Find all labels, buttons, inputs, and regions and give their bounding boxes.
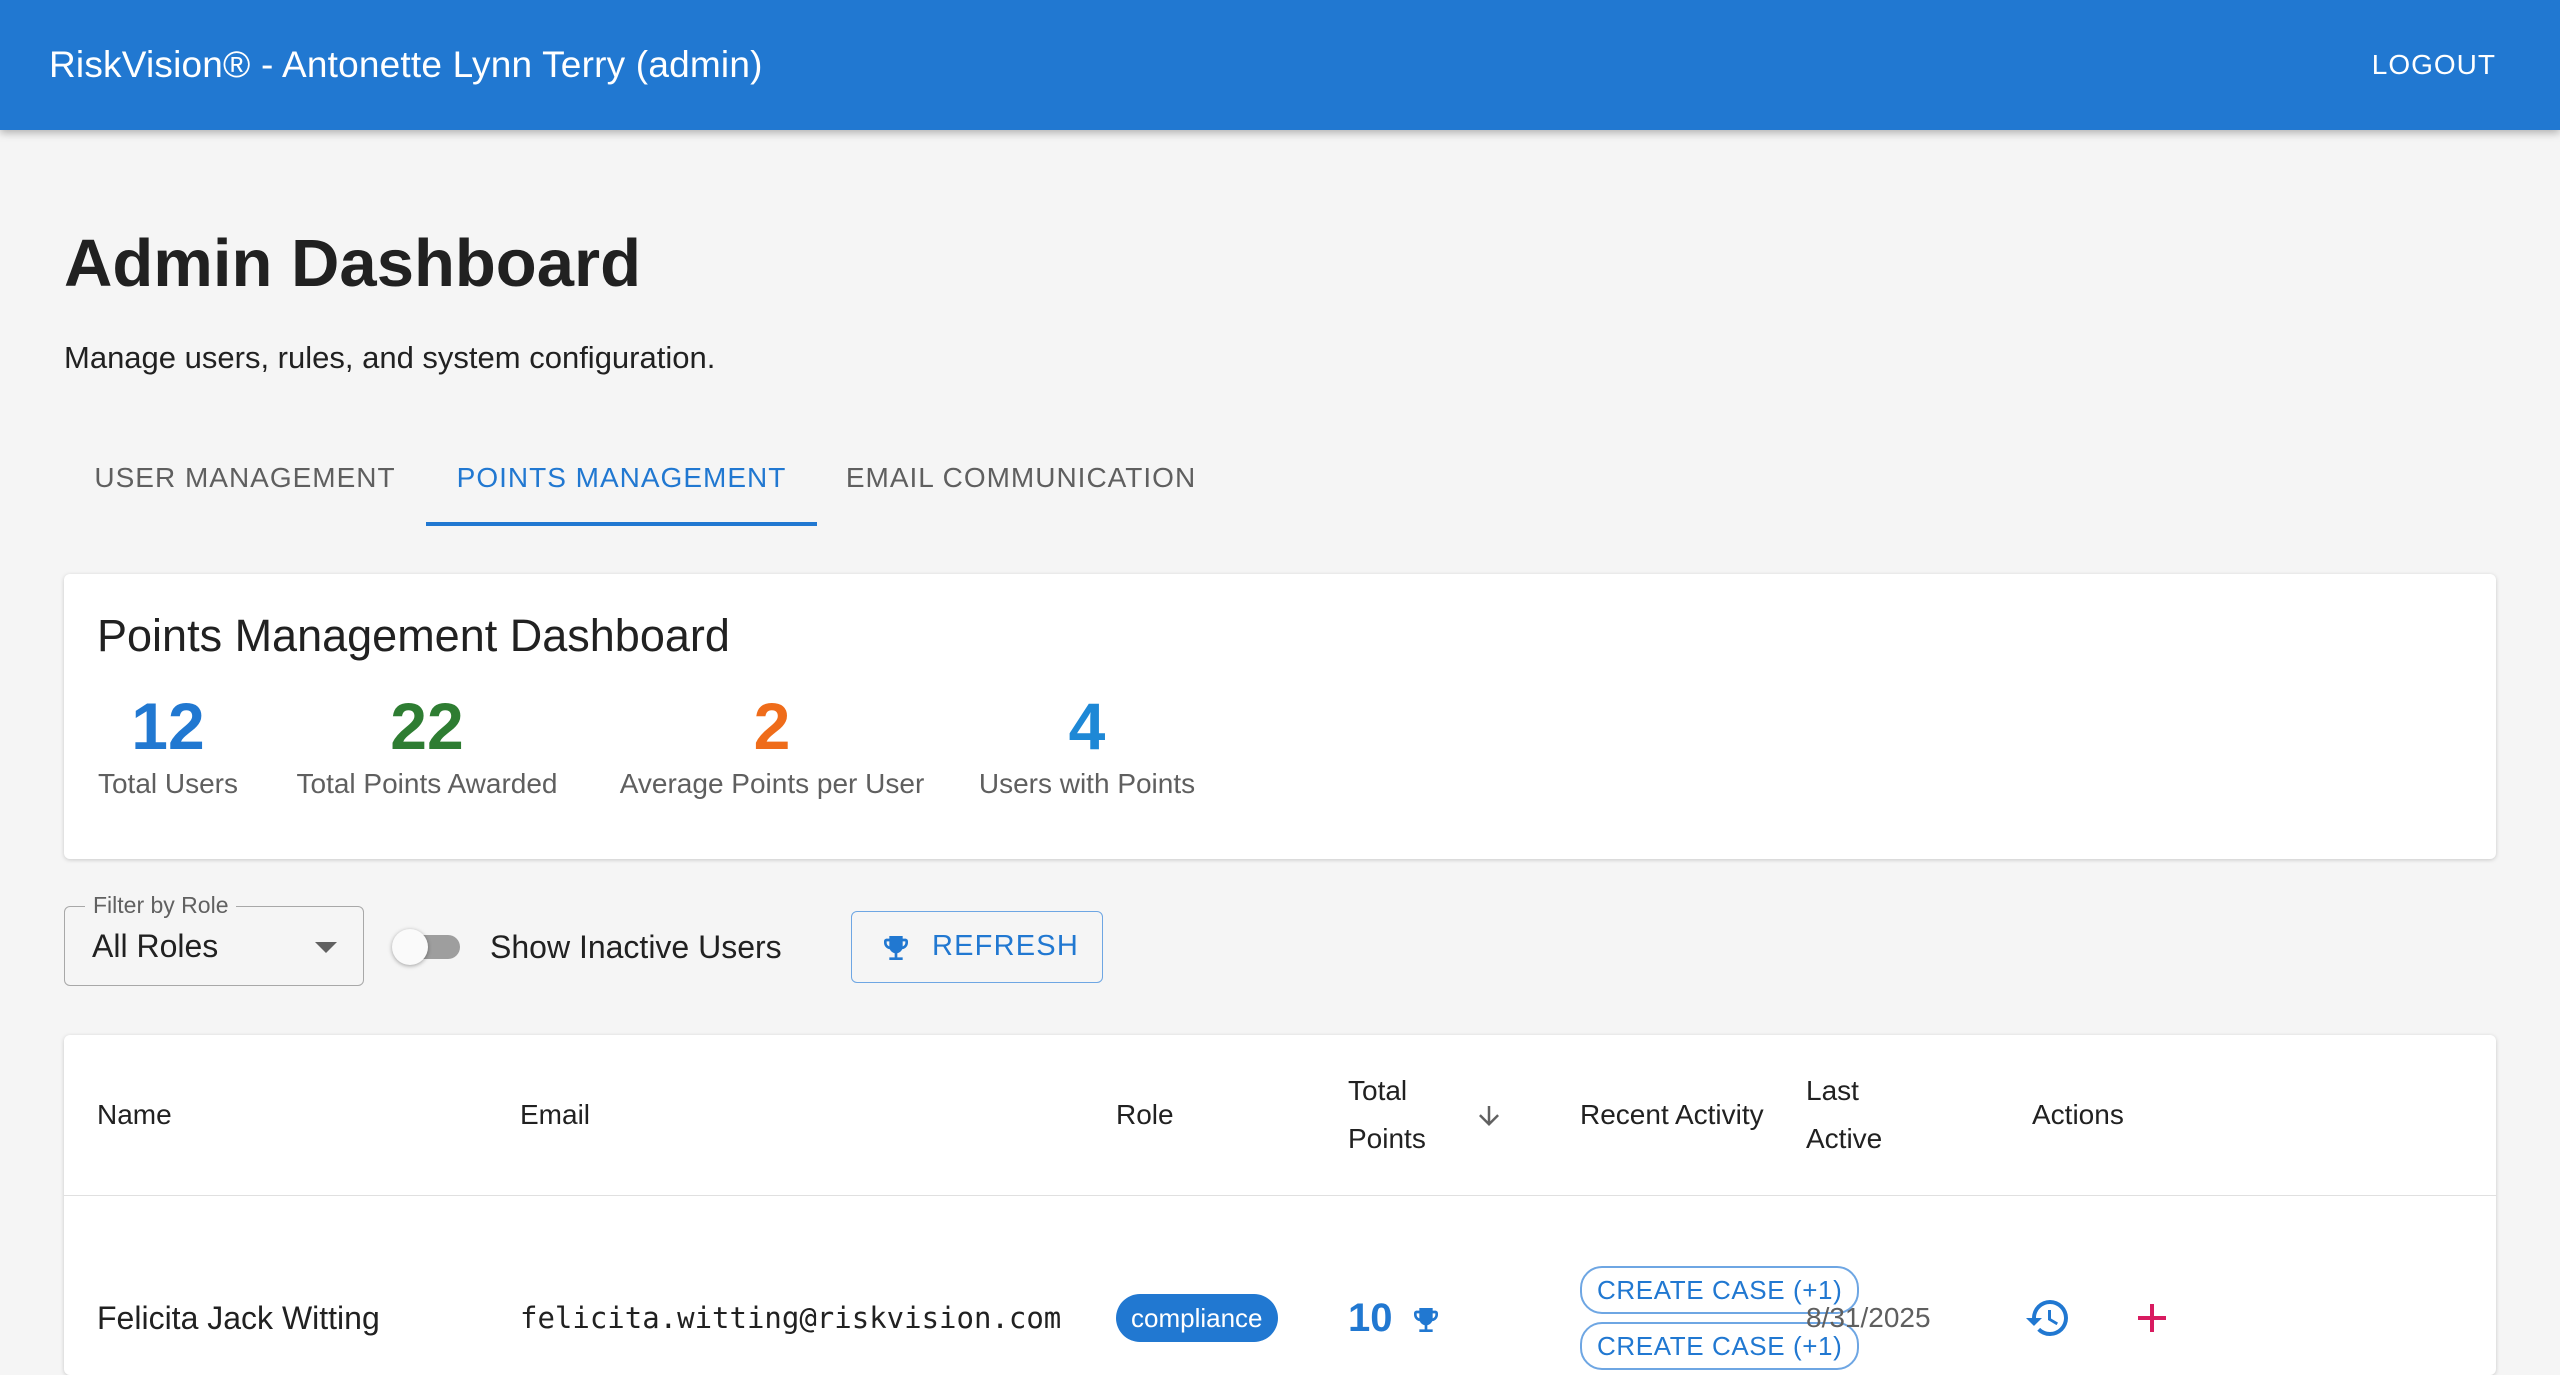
view-history-button[interactable] bbox=[2024, 1294, 2072, 1342]
column-header-email[interactable]: Email bbox=[520, 1091, 590, 1139]
cell-name: Felicita Jack Witting bbox=[97, 1300, 380, 1336]
tab-email-communication[interactable]: EMAIL COMMUNICATION bbox=[817, 440, 1225, 526]
stat-value: 2 bbox=[753, 689, 791, 763]
stat-users-with-points: 4 Users with Points bbox=[977, 686, 1197, 802]
role-filter-value: All Roles bbox=[92, 928, 219, 964]
cell-email: felicita.witting@riskvision.com bbox=[520, 1301, 1062, 1335]
column-header-recent-activity[interactable]: Recent Activity bbox=[1580, 1091, 1764, 1139]
toggle-thumb bbox=[392, 929, 428, 965]
show-inactive-label: Show Inactive Users bbox=[490, 929, 782, 965]
history-icon bbox=[2026, 1300, 2068, 1336]
logout-button[interactable]: LOGOUT bbox=[2372, 46, 2496, 84]
points-stats-card: Points Management Dashboard 12 Total Use… bbox=[64, 574, 2496, 859]
column-header-total-points[interactable]: Total Points bbox=[1348, 1067, 1426, 1163]
stat-label: Average Points per User bbox=[619, 768, 925, 799]
column-header-last-line2: Active bbox=[1806, 1123, 1883, 1154]
refresh-button[interactable]: REFRESH bbox=[851, 911, 1103, 983]
stat-label: Total Points Awarded bbox=[296, 768, 558, 799]
add-points-button[interactable] bbox=[2128, 1294, 2176, 1342]
arrow-down-icon[interactable] bbox=[1474, 1101, 1504, 1131]
page-title: Admin Dashboard bbox=[64, 226, 641, 301]
role-filter-label: Filter by Role bbox=[85, 891, 237, 919]
trophy-icon bbox=[1414, 1308, 1438, 1332]
show-inactive-toggle[interactable] bbox=[392, 928, 468, 965]
stat-label: Users with Points bbox=[978, 768, 1196, 799]
app-bar: RiskVision® - Antonette Lynn Terry (admi… bbox=[0, 0, 2560, 130]
column-header-role[interactable]: Role bbox=[1116, 1091, 1174, 1139]
column-header-actions: Actions bbox=[2032, 1099, 2124, 1130]
refresh-label: REFRESH bbox=[932, 930, 1079, 962]
caret-down-icon bbox=[315, 942, 337, 953]
tab-user-management[interactable]: USER MANAGEMENT bbox=[64, 440, 426, 526]
stat-value: 12 bbox=[131, 689, 205, 763]
app-title: RiskVision® - Antonette Lynn Terry (admi… bbox=[49, 44, 763, 85]
stat-label: Total Users bbox=[97, 768, 239, 799]
stats-card-title: Points Management Dashboard bbox=[97, 610, 730, 661]
table-row: Felicita Jack Witting felicita.witting@r… bbox=[64, 1196, 2496, 1375]
column-header-last-active[interactable]: Last Active bbox=[1806, 1067, 1882, 1163]
trophy-icon bbox=[884, 936, 908, 960]
stat-value: 4 bbox=[1068, 689, 1106, 763]
role-filter-select[interactable]: Filter by Role All Roles bbox=[64, 891, 364, 986]
users-points-table: Name Email Role Total Points Recent Acti… bbox=[64, 1035, 2496, 1375]
stat-average-points: 2 Average Points per User bbox=[615, 686, 929, 802]
column-header-total-line2: Points bbox=[1348, 1123, 1426, 1154]
table-header: Name Email Role Total Points Recent Acti… bbox=[64, 1035, 2496, 1196]
tab-points-management[interactable]: POINTS MANAGEMENT bbox=[426, 440, 817, 526]
plus-icon bbox=[2138, 1304, 2166, 1332]
column-header-name[interactable]: Name bbox=[97, 1091, 172, 1139]
column-header-last-line1: Last bbox=[1806, 1075, 1859, 1106]
column-header-total-line1: Total bbox=[1348, 1075, 1408, 1106]
role-chip: compliance bbox=[1116, 1294, 1278, 1342]
stat-value: 22 bbox=[390, 689, 464, 763]
active-tab-indicator bbox=[426, 522, 817, 526]
stat-total-users: 12 Total Users bbox=[97, 686, 239, 802]
cell-total-points: 10 bbox=[1348, 1296, 1393, 1340]
page-subtitle: Manage users, rules, and system configur… bbox=[64, 340, 716, 375]
stat-total-points-awarded: 22 Total Points Awarded bbox=[287, 686, 567, 802]
cell-last-active: 8/31/2025 bbox=[1806, 1302, 1931, 1333]
